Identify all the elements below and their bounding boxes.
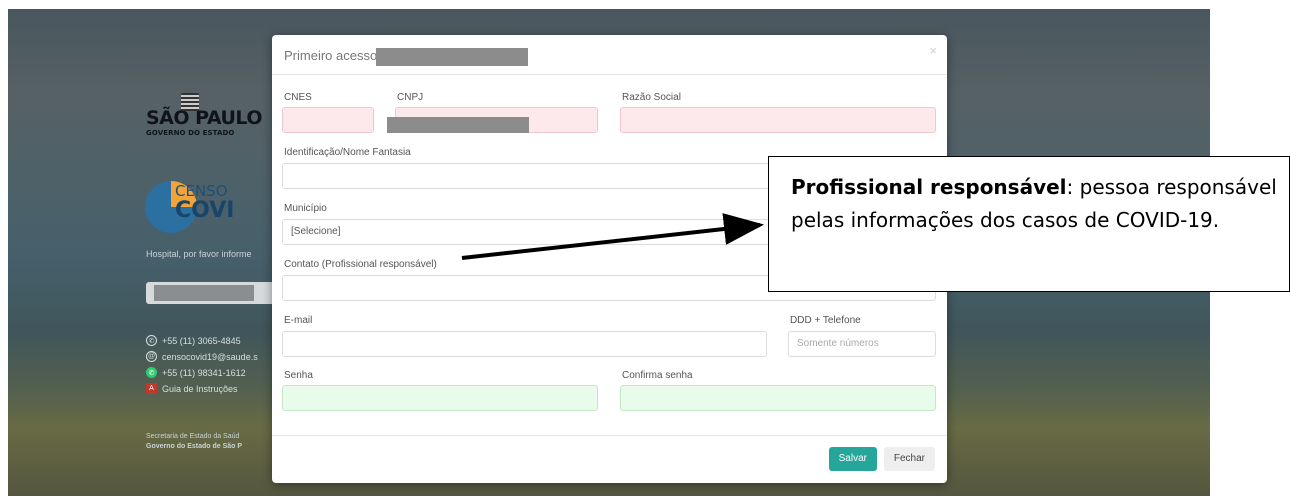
flag-icon [181, 93, 199, 111]
redacted-block [376, 48, 528, 66]
telefone-input[interactable]: Somente números [788, 331, 936, 357]
hospital-prompt: Hospital, por favor informe [146, 249, 252, 259]
sao-paulo-logo: SÃO PAULO GOVERNO DO ESTADO [146, 93, 262, 137]
logo-main-text: SÃO PAULO [146, 107, 262, 129]
redacted-block [154, 285, 254, 301]
callout-bold-text: Profissional responsável [791, 175, 1067, 199]
cnes-label: CNES [284, 92, 312, 103]
telefone-label: DDD + Telefone [790, 315, 861, 326]
modal-footer: Salvar Fechar [272, 435, 947, 483]
modal-header: Primeiro acesso × [272, 35, 947, 75]
contact-guide[interactable]: A Guia de Instruções [146, 383, 238, 394]
background-input[interactable] [146, 282, 276, 304]
contact-email[interactable]: @ censocovid19@saude.s [146, 351, 258, 362]
senha-input[interactable] [282, 385, 598, 411]
pdf-icon: A [146, 383, 157, 394]
redacted-block [387, 117, 529, 133]
whatsapp-icon: ✆ [146, 367, 157, 378]
email-icon: @ [146, 351, 157, 362]
razao-social-input[interactable] [620, 107, 936, 133]
email-label: E-mail [284, 315, 313, 326]
email-input[interactable] [282, 331, 767, 357]
footer-line2: Governo do Estado de São P [146, 443, 243, 450]
close-icon[interactable]: × [929, 43, 937, 58]
censo-covid-logo: CENSO COVI [145, 178, 275, 238]
save-button[interactable]: Salvar [828, 447, 877, 471]
municipio-label: Município [284, 203, 327, 214]
senha-label: Senha [284, 370, 313, 381]
identificacao-label: Identificação/Nome Fantasia [284, 147, 411, 158]
annotation-callout: Profissional responsável: pessoa respons… [768, 156, 1290, 292]
confirma-senha-label: Confirma senha [622, 370, 693, 381]
close-button[interactable]: Fechar [883, 447, 935, 471]
contact-whatsapp[interactable]: ✆ +55 (11) 98341-1612 [146, 367, 246, 378]
modal-title: Primeiro acesso [284, 48, 378, 63]
phone-icon: ✆ [146, 335, 157, 346]
cnes-input[interactable] [282, 107, 374, 133]
confirma-senha-input[interactable] [620, 385, 936, 411]
razao-social-label: Razão Social [622, 92, 681, 103]
municipio-selected-value: [Selecione] [291, 226, 341, 237]
logo-sub-text: GOVERNO DO ESTADO [146, 129, 235, 137]
cnpj-label: CNPJ [397, 92, 424, 103]
contact-phone: ✆ +55 (11) 3065-4845 [146, 335, 241, 346]
footer-line1: Secretaria de Estado da Saúd [146, 433, 240, 440]
censo-line2: COVI [175, 198, 235, 223]
telefone-placeholder: Somente números [797, 338, 879, 349]
contato-label: Contato (Profissional responsável) [284, 259, 437, 270]
